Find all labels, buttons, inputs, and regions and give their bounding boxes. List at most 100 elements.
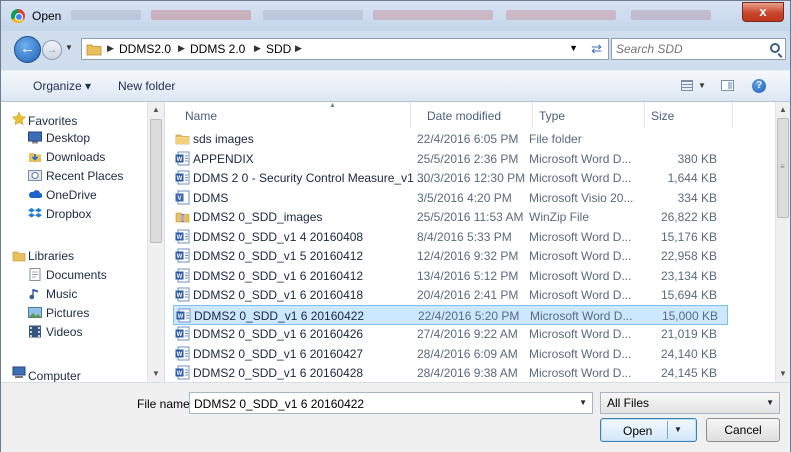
command-toolbar: Organize ▾ New folder ▼ ?	[1, 70, 790, 102]
scroll-up-icon[interactable]: ▲	[152, 105, 160, 114]
file-row[interactable]: DDMS2 0_SDD_images 25/5/2016 11:53 AM WinZ…	[173, 207, 728, 227]
word-doc-icon: W	[175, 326, 190, 341]
file-row[interactable]: W DDMS2 0_SDD_v1 6 20160427 28/4/2016 6:09…	[173, 344, 728, 364]
breadcrumb-separator-icon[interactable]: ▶	[178, 43, 185, 54]
scroll-up-icon[interactable]: ▲	[779, 105, 787, 114]
file-type: Microsoft Visio 20...	[529, 190, 634, 205]
word-doc-icon: W	[175, 229, 190, 243]
file-name: APPENDIX	[193, 151, 254, 166]
file-date-modified: 13/4/2016 5:12 PM	[417, 268, 519, 283]
organize-button[interactable]: Organize ▾	[33, 79, 91, 93]
preview-pane-icon[interactable]	[721, 80, 734, 91]
address-row: ← → ▼ ▶ DDMS2.0 ▶ DDMS 2.0 ▶ SDD ▶ ▼ ⇄	[1, 31, 790, 69]
blurred-tab	[373, 10, 493, 20]
file-size: 23,134 KB	[660, 268, 717, 283]
filter-dropdown-icon[interactable]: ▼	[766, 398, 774, 407]
file-row[interactable]: W DDMS2 0_SDD_v1 4 20160408 8/4/2016 5:33 …	[173, 227, 728, 247]
file-row[interactable]: W DDMS2 0_SDD_v1 6 20160426 27/4/2016 9:22…	[173, 324, 728, 344]
scroll-grip-icon: ≡	[780, 162, 785, 171]
search-input[interactable]	[616, 41, 756, 57]
breadcrumb-sdd[interactable]: SDD	[266, 42, 291, 56]
close-button[interactable]: x	[742, 2, 784, 22]
file-row[interactable]: W APPENDIX 25/5/2016 2:36 PM Microsoft Word…	[173, 149, 728, 169]
column-header-type[interactable]: Type	[533, 102, 645, 128]
back-button[interactable]: ←	[14, 36, 41, 63]
word-doc-icon: W	[175, 248, 190, 263]
word-doc-icon: W	[175, 365, 190, 380]
scroll-down-icon[interactable]: ▼	[779, 369, 787, 378]
file-date-modified: 25/5/2016 2:36 PM	[417, 151, 519, 166]
breadcrumb-separator-icon[interactable]: ▶	[254, 43, 261, 54]
svg-text:W: W	[177, 371, 183, 377]
file-name: DDMS	[193, 190, 229, 205]
file-row[interactable]: V DDMS 3/5/2016 4:20 PM Microsoft Visio 20.…	[173, 188, 728, 208]
open-options-dropdown-icon[interactable]: ▼	[674, 425, 682, 434]
address-bar[interactable]: ▶ DDMS2.0 ▶ DDMS 2.0 ▶ SDD ▶ ▼ ⇄	[81, 38, 609, 60]
file-name-dropdown-icon[interactable]: ▼	[579, 398, 587, 407]
column-header-size[interactable]: Size	[645, 102, 733, 128]
svg-text:W: W	[177, 352, 183, 358]
file-list-scrollbar[interactable]: ▲ ≡ ▼	[775, 102, 790, 382]
file-row[interactable]: W DDMS2 0_SDD_v1 6 20160412 13/4/2016 5:12…	[173, 266, 728, 286]
recent-locations-icon[interactable]: ▼	[65, 43, 73, 52]
breadcrumb-separator-icon[interactable]: ▶	[295, 43, 302, 54]
file-name-input[interactable]	[194, 396, 564, 411]
blurred-tab	[506, 10, 616, 20]
scroll-thumb[interactable]	[150, 119, 162, 243]
address-dropdown-icon[interactable]: ▼	[569, 43, 578, 53]
open-file-dialog: Open x ← → ▼ ▶ DDMS2.0 ▶ DDMS 2.0 ▶ SDD …	[0, 0, 791, 452]
zip-file-icon	[175, 212, 190, 223]
dialog-title: Open	[32, 9, 62, 23]
blurred-tab	[263, 10, 363, 20]
navigation-scrollbar[interactable]: ▲ ▼	[147, 102, 164, 382]
desktop-icon	[28, 131, 42, 144]
word-doc-icon: W	[175, 346, 190, 360]
documents-icon	[29, 268, 41, 281]
file-size: 15,000 KB	[661, 308, 718, 323]
file-list: Name ▲ Date modified Type Size sds image…	[165, 102, 775, 382]
svg-text:V: V	[177, 196, 181, 202]
forward-button[interactable]: →	[42, 40, 62, 60]
file-name-combobox[interactable]: ▼	[189, 392, 593, 414]
dropbox-icon	[28, 208, 42, 218]
breadcrumb-separator-icon[interactable]: ▶	[107, 43, 114, 54]
file-name: DDMS2 0_SDD_v1 6 20160427	[193, 346, 364, 361]
file-row[interactable]: sds images 22/4/2016 6:05 PM File folder	[173, 129, 728, 149]
breadcrumb-ddms2[interactable]: DDMS2.0	[119, 42, 171, 56]
file-row[interactable]: W DDMS 2 0 - Security Control Measure_v1 …	[173, 168, 728, 188]
change-view-icon[interactable]	[681, 80, 693, 91]
file-name-label: File name:	[137, 397, 194, 411]
view-options-dropdown-icon[interactable]: ▼	[698, 81, 706, 90]
blurred-tab	[71, 10, 141, 20]
pictures-icon	[28, 307, 42, 318]
file-row[interactable]: W DDMS2 0_SDD_v1 6 20160428 28/4/2016 9:38…	[173, 363, 728, 383]
file-name: DDMS2 0_SDD_images	[193, 210, 323, 224]
search-icon[interactable]	[770, 43, 780, 53]
file-date-modified: 8/4/2016 5:33 PM	[417, 229, 512, 244]
title-bar[interactable]: Open x	[1, 1, 790, 31]
file-date-modified: 3/5/2016 4:20 PM	[417, 190, 512, 205]
svg-text:W: W	[177, 176, 183, 182]
dialog-footer: File name: ▼ All Files ▼ Open ▼ Cancel	[1, 382, 790, 452]
star-icon	[12, 112, 26, 125]
navigation-pane: Favorites Desktop Downloads Recent Place…	[1, 102, 164, 383]
new-folder-button[interactable]: New folder	[118, 79, 175, 93]
column-header-name[interactable]: Name ▲	[179, 102, 411, 128]
file-row[interactable]: W DDMS2 0_SDD_v1 5 20160412 12/4/2016 9:32…	[173, 246, 728, 266]
file-type-filter[interactable]: All Files ▼	[600, 392, 780, 414]
file-name: sds images	[193, 132, 254, 146]
scroll-down-icon[interactable]: ▼	[152, 369, 160, 378]
column-header-date-modified[interactable]: Date modified	[421, 102, 533, 128]
open-button[interactable]: Open ▼	[600, 418, 697, 442]
file-name: DDMS2 0_SDD_v1 6 20160412	[193, 268, 364, 283]
file-type-filter-value: All Files	[607, 396, 650, 410]
file-row-selected[interactable]: W DDMS2 0_SDD_v1 6 20160422 22/4/2016 5:20…	[173, 304, 728, 325]
cancel-button[interactable]: Cancel	[706, 418, 780, 442]
file-row[interactable]: W DDMS2 0_SDD_v1 6 20160418 20/4/2016 2:41…	[173, 285, 728, 305]
svg-text:W: W	[177, 157, 183, 163]
search-box[interactable]	[611, 38, 786, 60]
help-icon[interactable]: ?	[752, 79, 766, 93]
refresh-icon[interactable]: ⇄	[591, 41, 602, 57]
chrome-app-icon	[11, 9, 25, 23]
breadcrumb-ddms-2-0[interactable]: DDMS 2.0	[190, 42, 245, 56]
